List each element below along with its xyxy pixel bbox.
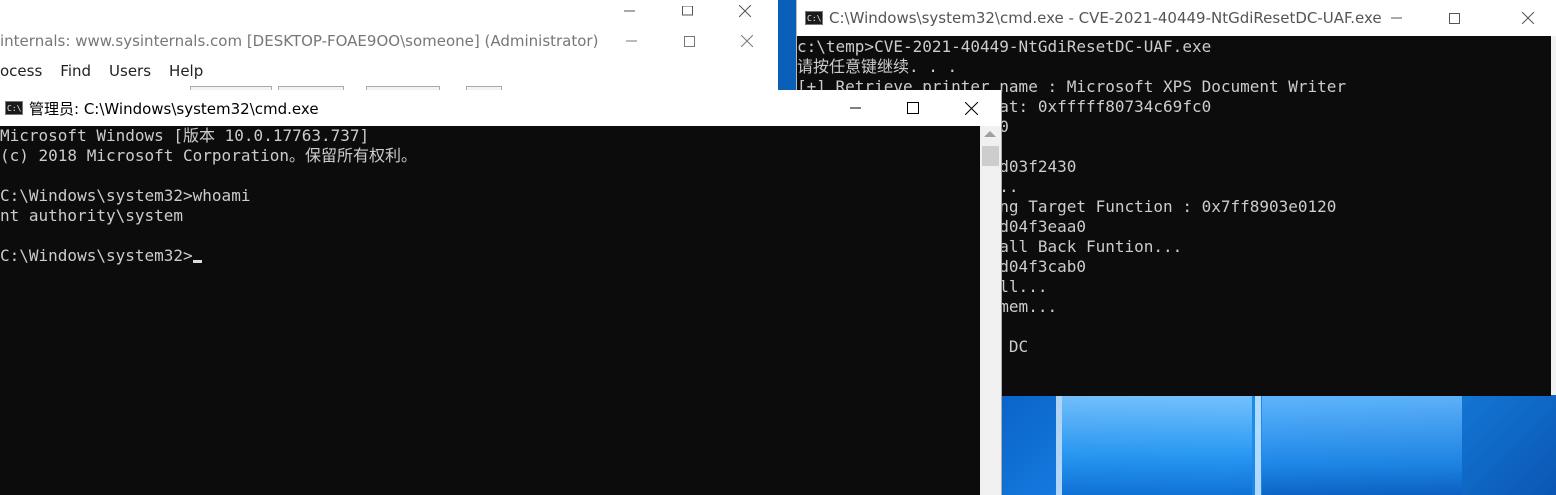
close-icon: [964, 101, 978, 115]
minimize-button[interactable]: [1367, 0, 1425, 36]
console-line: (c) 2018 Microsoft Corporation。保留所有权利。: [0, 146, 417, 165]
minimize-icon: [623, 10, 635, 11]
close-button[interactable]: [942, 90, 1000, 126]
menu-item-process[interactable]: ocess: [0, 62, 42, 80]
maximize-icon: [683, 35, 695, 47]
process-explorer-window: internals: www.sysinternals.com [DESKTOP…: [0, 22, 778, 97]
console-line: Microsoft Windows [版本 10.0.17763.737]: [0, 126, 370, 145]
close-icon: [1522, 12, 1534, 24]
cmd-app-icon: C:\: [805, 11, 823, 25]
admin-cmd-window: C:\ 管理员: C:\Windows\system32\cmd.exe Mic…: [0, 90, 1002, 495]
console-line: C:\Windows\system32>: [0, 246, 980, 266]
menu-item-find[interactable]: Find: [60, 62, 91, 80]
maximize-button[interactable]: [658, 0, 716, 22]
maximize-button[interactable]: [884, 90, 942, 126]
exploit-cmd-title: C:\Windows\system32\cmd.exe - CVE-2021-4…: [829, 9, 1382, 27]
admin-console-scrollbar[interactable]: [980, 126, 1001, 495]
maximize-button[interactable]: [660, 24, 718, 58]
wallpaper-window-pane: [1062, 395, 1252, 495]
scroll-up-arrow-icon[interactable]: [984, 131, 996, 137]
wallpaper-window-pane: [1262, 395, 1462, 495]
cmd-app-icon: C:\: [5, 101, 23, 115]
minimize-button[interactable]: [826, 90, 884, 126]
scrollbar-thumb[interactable]: [982, 146, 999, 166]
console-line: nt authority\system: [0, 206, 184, 225]
console-line: 请按任意键继续. . .: [797, 57, 958, 76]
maximize-icon: [1448, 12, 1460, 24]
minimize-icon: [1390, 17, 1402, 18]
wallpaper-frame: [1056, 395, 1062, 495]
background-window: [0, 0, 778, 22]
minimize-button[interactable]: [600, 0, 658, 22]
maximize-icon: [681, 5, 693, 15]
minimize-button[interactable]: [602, 24, 660, 58]
close-button[interactable]: [716, 0, 774, 22]
close-button[interactable]: [1499, 0, 1556, 36]
close-icon: [741, 35, 753, 47]
text-cursor: [192, 260, 202, 263]
minimize-icon: [625, 40, 637, 41]
close-icon: [739, 5, 751, 17]
menu-item-users[interactable]: Users: [109, 62, 151, 80]
desktop-wallpaper: [1000, 395, 1556, 495]
wallpaper-frame: [1255, 395, 1261, 495]
console-line: C:\Windows\system32>whoami: [0, 186, 251, 205]
maximize-button[interactable]: [1425, 0, 1483, 36]
admin-console-output[interactable]: Microsoft Windows [版本 10.0.17763.737] (c)…: [0, 126, 980, 495]
close-button[interactable]: [718, 24, 776, 58]
console-line: c:\temp>CVE-2021-40449-NtGdiResetDC-UAF.…: [797, 37, 1212, 56]
process-explorer-title: internals: www.sysinternals.com [DESKTOP…: [0, 32, 599, 50]
exploit-console-scrollbar[interactable]: [1551, 36, 1556, 395]
menu-bar: ocess Find Users Help: [0, 62, 203, 80]
minimize-icon: [849, 107, 861, 108]
menu-item-help[interactable]: Help: [169, 62, 203, 80]
admin-cmd-title: 管理员: C:\Windows\system32\cmd.exe: [29, 99, 319, 118]
maximize-icon: [907, 102, 919, 114]
